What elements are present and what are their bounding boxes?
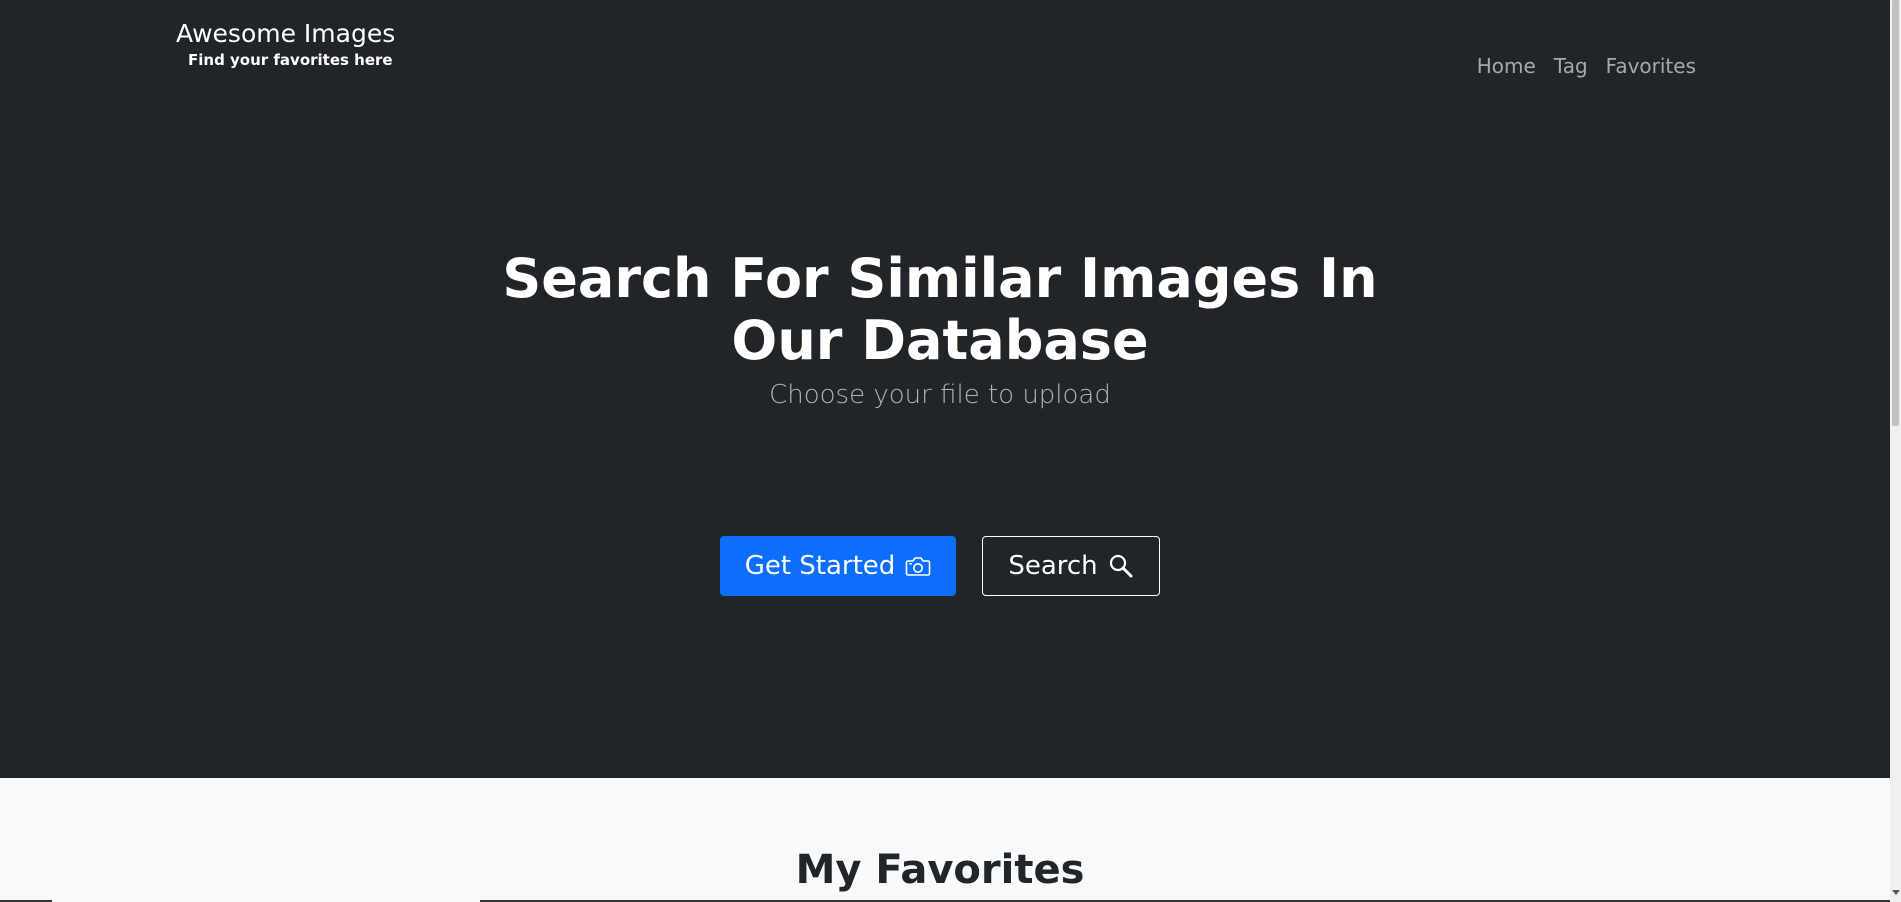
favorites-title: My Favorites [795,847,1085,893]
search-button[interactable]: Search [982,536,1160,596]
hero-subtitle: Choose your file to upload [769,380,1111,410]
hero-actions: Get Started Search [720,536,1160,596]
scroll-down-arrow-icon[interactable] [1892,890,1900,895]
nav-tag-link[interactable]: Tag [1554,52,1588,80]
scrollbar-thumb[interactable] [1892,0,1899,426]
hero-section: Awesome Images Find your favorites here … [0,0,1890,778]
camera-icon [905,555,931,577]
main-nav: Home Tag Favorites [1477,52,1696,80]
hero-headline: Search For Similar Images In Our Databas… [0,248,1880,372]
get-started-button[interactable]: Get Started [720,536,956,596]
brand-title[interactable]: Awesome Images [176,18,395,50]
hero-headline-line-2: Our Database [731,309,1149,372]
search-label: Search [1008,551,1098,581]
favorites-section: My Favorites [0,778,1890,902]
nav-home-link[interactable]: Home [1477,52,1536,80]
page: Awesome Images Find your favorites here … [0,0,1901,902]
brand[interactable]: Awesome Images Find your favorites here [176,18,395,70]
brand-subtitle: Find your favorites here [188,51,393,69]
nav-favorites-link[interactable]: Favorites [1606,52,1696,80]
hero-headline-line-1: Search For Similar Images In [502,247,1378,310]
search-icon [1108,553,1134,579]
get-started-label: Get Started [744,551,896,581]
